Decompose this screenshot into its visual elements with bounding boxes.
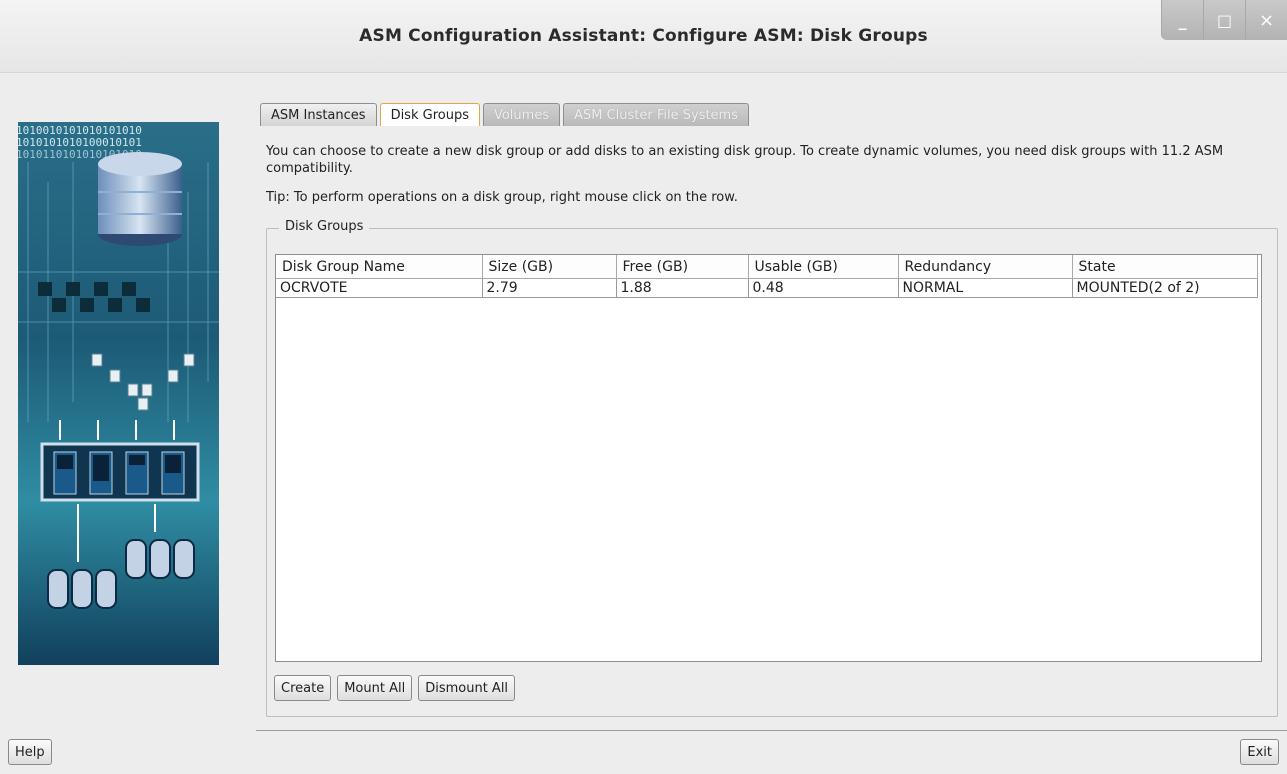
footer-divider bbox=[256, 730, 1287, 731]
database-icon bbox=[98, 152, 182, 246]
description-text: You can choose to create a new disk grou… bbox=[266, 144, 1224, 176]
dismount-all-button[interactable]: Dismount All bbox=[418, 675, 516, 701]
column-header-state[interactable]: State bbox=[1071, 255, 1258, 279]
column-header-disk-group-name[interactable]: Disk Group Name bbox=[276, 255, 483, 279]
disk-groups-panel: You can choose to create a new disk grou… bbox=[256, 127, 1287, 727]
column-header-redundancy[interactable]: Redundancy bbox=[897, 255, 1073, 279]
cell-free: 1.88 bbox=[615, 278, 749, 298]
table-row[interactable]: OCRVOTE 2.79 1.88 0.48 NORMAL MOUNTED(2 … bbox=[276, 278, 1258, 298]
tab-disk-groups[interactable]: Disk Groups bbox=[379, 103, 480, 126]
cell-usable: 0.48 bbox=[747, 278, 899, 298]
tip-text: Tip: To perform operations on a disk gro… bbox=[266, 190, 738, 205]
tab-asm-instances[interactable]: ASM Instances bbox=[260, 103, 377, 126]
cell-redundancy: NORMAL bbox=[897, 278, 1073, 298]
tab-asm-cluster-file-systems: ASM Cluster File Systems bbox=[563, 103, 749, 126]
cell-disk-group-name: OCRVOTE bbox=[276, 278, 483, 298]
window-controls: _ □ × bbox=[1161, 0, 1287, 40]
cell-state: MOUNTED(2 of 2) bbox=[1071, 278, 1258, 298]
title-bar: ASM Configuration Assistant: Configure A… bbox=[0, 0, 1287, 73]
disk-groups-table[interactable]: Disk Group Name Size (GB) Free (GB) Usab… bbox=[275, 254, 1262, 662]
maximize-button[interactable]: □ bbox=[1203, 0, 1245, 40]
action-buttons: Create Mount All Dismount All bbox=[274, 675, 516, 701]
column-header-usable[interactable]: Usable (GB) bbox=[747, 255, 899, 279]
minimize-button[interactable]: _ bbox=[1161, 0, 1203, 40]
table-header-row: Disk Group Name Size (GB) Free (GB) Usab… bbox=[276, 255, 1258, 279]
side-illustration: 1010010101010101010 1010101010100010101 … bbox=[18, 122, 219, 665]
exit-button[interactable]: Exit bbox=[1240, 739, 1279, 765]
tab-volumes: Volumes bbox=[482, 103, 561, 126]
disk-groups-group: Disk Groups Disk Group Name Size (GB) Fr… bbox=[266, 219, 1278, 717]
create-button[interactable]: Create bbox=[274, 675, 332, 701]
mount-all-button[interactable]: Mount All bbox=[337, 675, 413, 701]
tab-bar: ASM Instances Disk Groups Volumes ASM Cl… bbox=[260, 103, 749, 127]
group-title: Disk Groups bbox=[279, 219, 370, 234]
cell-size: 2.79 bbox=[481, 278, 617, 298]
column-header-size[interactable]: Size (GB) bbox=[481, 255, 617, 279]
column-header-free[interactable]: Free (GB) bbox=[615, 255, 749, 279]
help-button[interactable]: Help bbox=[8, 739, 52, 765]
window-title: ASM Configuration Assistant: Configure A… bbox=[359, 26, 928, 46]
database-illustration-icon: 1010010101010101010 1010101010100010101 … bbox=[18, 124, 219, 609]
close-button[interactable]: × bbox=[1245, 0, 1287, 40]
